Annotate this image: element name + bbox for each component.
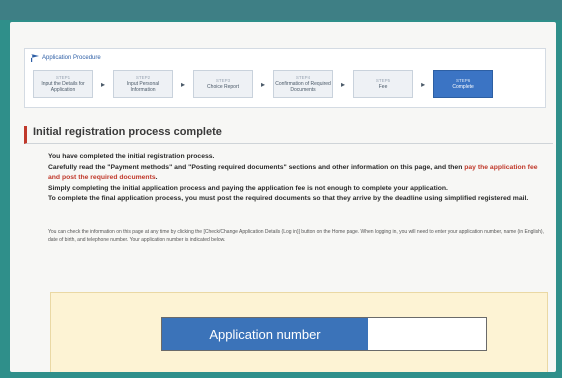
- step-1-label: Input the Details for Application: [41, 80, 85, 93]
- procedure-title-label: Application Procedure: [42, 55, 101, 61]
- page-frame: Application Procedure STEP1 Input the De…: [0, 0, 562, 378]
- procedure-title: Application Procedure: [31, 54, 101, 62]
- application-number-value: [368, 318, 486, 350]
- message-line-3: Simply completing the initial applicatio…: [48, 184, 448, 192]
- step-2: STEP2 Input Personal Information: [113, 70, 174, 98]
- steps-bar: STEP1 Input the Details for Application …: [33, 69, 537, 99]
- content-area: Application Procedure STEP1 Input the De…: [10, 22, 556, 372]
- procedure-progress: Application Procedure STEP1 Input the De…: [24, 48, 546, 108]
- top-band: [0, 0, 562, 20]
- step-arrow-icon: ▸: [101, 79, 106, 89]
- step-arrow-icon: ▸: [181, 79, 186, 89]
- step-arrow-icon: ▸: [341, 79, 346, 89]
- step-arrow-icon: ▸: [261, 79, 266, 89]
- section-title: Initial registration process complete: [24, 126, 553, 144]
- step-1: STEP1 Input the Details for Application: [33, 70, 93, 98]
- step-5: STEP5 Fee: [353, 70, 414, 98]
- step-6-label: Complete: [452, 83, 474, 90]
- message-line-4: To complete the final application proces…: [48, 195, 529, 203]
- step-arrow-icon: ▸: [421, 79, 426, 89]
- flag-icon: [31, 54, 39, 62]
- application-number-panel: Application number: [50, 292, 548, 372]
- completion-message: You have completed the initial registrat…: [48, 152, 546, 205]
- message-line-2-end: .: [155, 174, 158, 182]
- step-6-current: STEP6 Complete: [433, 70, 494, 98]
- message-line-2-start: Carefully read the "Payment methods" and…: [48, 163, 465, 171]
- step-4-label: Confirmation of Required Documents: [275, 80, 331, 93]
- step-4: STEP4 Confirmation of Required Documents: [273, 70, 334, 98]
- message-line-1: You have completed the initial registrat…: [48, 153, 215, 160]
- step-3-label: Choice Report: [207, 83, 240, 90]
- step-5-label: Fee: [378, 83, 388, 90]
- application-number-label: Application number: [162, 318, 368, 350]
- login-note: You can check the information on this pa…: [48, 229, 544, 243]
- application-number-box: Application number: [161, 317, 487, 351]
- step-2-label: Input Personal Information: [126, 80, 160, 93]
- step-3: STEP3 Choice Report: [193, 70, 254, 98]
- message-line-2: Carefully read the "Payment methods" and…: [48, 163, 546, 184]
